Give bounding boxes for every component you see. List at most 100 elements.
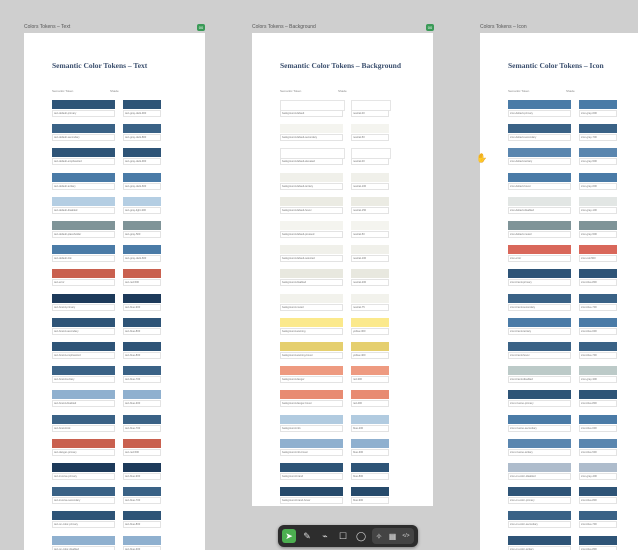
token-row[interactable]: text-default-placeholder text-gray-500 <box>52 221 167 241</box>
token-row[interactable]: background-warning yellow-300 <box>280 317 395 338</box>
hand-cursor-icon: ✋ <box>476 153 488 163</box>
token-row[interactable]: icon-on-color-primary icon-blue-800 <box>508 487 623 507</box>
token-row[interactable]: icon-brand-disabled icon-gray-300 <box>508 366 623 386</box>
token-row[interactable]: icon-default-disabled icon-gray-100 <box>508 196 623 217</box>
token-row[interactable]: text-default-tertiary text-gray-dark-600 <box>52 172 167 193</box>
token-swatch <box>280 172 343 182</box>
token-row[interactable]: text-brand-tertiary text-blue-700 <box>52 366 167 386</box>
token-row[interactable]: background-danger red-300 <box>280 366 395 386</box>
token-row[interactable]: text-error text-red-500 <box>52 269 167 289</box>
shade-swatch <box>351 293 389 303</box>
token-swatch <box>508 390 571 400</box>
token-name: background-default-selected <box>280 255 343 263</box>
token-row[interactable]: icon-on-color-tertiary icon-blue-800 <box>508 535 623 550</box>
token-row[interactable]: text-inverse-primary text-blue-900 <box>52 463 167 483</box>
shade-swatch <box>579 463 617 472</box>
shade-name: icon-blue-800 <box>579 497 617 505</box>
token-row[interactable]: icon-default-primary icon-gray-600 <box>508 100 623 120</box>
token-row[interactable]: text-brand-link text-blue-700 <box>52 414 167 435</box>
shade-swatch <box>123 269 161 279</box>
shade-name: yellow-300 <box>351 327 389 335</box>
token-name: text-inverse-secondary <box>52 497 115 505</box>
token-swatch <box>280 221 343 230</box>
token-row[interactable]: text-default-secondary text-gray-dark-800 <box>52 124 167 144</box>
token-row[interactable]: text-default-link text-gray-dark-600 <box>52 245 167 265</box>
token-row[interactable]: icon-on-color-secondary icon-blue-700 <box>508 511 623 531</box>
token-swatch <box>508 269 571 279</box>
token-row[interactable]: icon-default-tertiary icon-gray-500 <box>508 148 623 168</box>
token-row[interactable]: background-warning-hover yellow-400 <box>280 342 395 362</box>
token-row[interactable]: background-muted neutral-75 <box>280 293 395 314</box>
token-row[interactable]: background-disabled neutral-200 <box>280 269 395 289</box>
token-row[interactable]: background-default-secondary neutral-50 <box>280 124 395 144</box>
token-name: background-brand <box>280 473 343 480</box>
shade-name: text-blue-800 <box>123 521 161 529</box>
artboard[interactable]: Semantic Color Tokens – Text Semantic Tok… <box>24 33 205 550</box>
artboard[interactable]: Semantic Color Tokens – Icon Semantic Tok… <box>480 33 638 550</box>
token-swatch <box>508 196 571 206</box>
code-icon[interactable]: </> <box>400 529 412 543</box>
token-row[interactable]: background-default-tertiary neutral-100 <box>280 172 395 193</box>
layout-icon[interactable]: ▦ <box>387 529 399 543</box>
shade-name: blue-900 <box>351 497 389 505</box>
token-swatch <box>508 317 571 327</box>
token-row[interactable]: text-default-primary text-gray-dark-900 <box>52 100 167 120</box>
token-row[interactable]: icon-inverse-secondary icon-blue-600 <box>508 414 623 435</box>
token-name: text-brand-emphasized <box>52 352 115 359</box>
token-row[interactable]: icon-inverse-tertiary icon-blue-500 <box>508 438 623 459</box>
token-row[interactable]: icon-default-muted icon-gray-500 <box>508 221 623 241</box>
token-row[interactable]: background-danger-hover red-400 <box>280 390 395 410</box>
token-name: text-inverse-primary <box>52 473 115 480</box>
token-row[interactable]: background-brand-hover blue-900 <box>280 487 395 506</box>
token-row[interactable]: text-on-color-disabled text-blue-300 <box>52 535 167 550</box>
token-swatch <box>508 487 571 497</box>
token-row[interactable]: background-default-selected neutral-100 <box>280 245 395 265</box>
shade-name: blue-800 <box>351 473 389 480</box>
token-row[interactable]: icon-brand-hover icon-blue-700 <box>508 342 623 362</box>
token-name: icon-brand-secondary <box>508 303 571 311</box>
ruler-icon[interactable]: ⌁ <box>318 529 332 543</box>
artboard[interactable]: Semantic Color Tokens – Background Semant… <box>252 33 433 506</box>
token-row[interactable]: text-danger-primary text-red-500 <box>52 438 167 459</box>
token-row[interactable]: background-default neutral-00 <box>280 100 395 120</box>
pen-icon[interactable]: ✎ <box>300 529 314 543</box>
token-row[interactable]: text-default-emphasized text-gray-dark-90… <box>52 148 167 168</box>
token-row[interactable]: background-default-hover neutral-150 <box>280 196 395 217</box>
chat-bubble-icon[interactable]: ◯ <box>354 529 368 543</box>
token-row[interactable]: background-info blue-200 <box>280 414 395 435</box>
token-row[interactable]: text-inverse-secondary text-blue-700 <box>52 487 167 507</box>
token-row[interactable]: text-default-disabled text-gray-light-300 <box>52 196 167 217</box>
token-row[interactable]: text-brand-primary text-blue-900 <box>52 293 167 314</box>
token-row[interactable]: icon-default-secondary icon-gray-700 <box>508 124 623 144</box>
token-row[interactable]: icon-inverse-primary icon-blue-800 <box>508 390 623 410</box>
token-row[interactable]: icon-brand-secondary icon-blue-700 <box>508 293 623 314</box>
token-name: background-muted <box>280 303 343 311</box>
token-swatch <box>508 438 571 448</box>
shade-swatch <box>123 463 161 472</box>
token-row[interactable]: icon-default-hover icon-gray-600 <box>508 172 623 193</box>
shade-swatch <box>123 172 161 182</box>
token-row[interactable]: background-info-hover blue-300 <box>280 438 395 459</box>
shade-name: icon-gray-500 <box>579 231 617 238</box>
token-swatch <box>280 463 343 472</box>
token-row[interactable]: text-brand-disabled text-blue-300 <box>52 390 167 410</box>
shade-name: text-blue-900 <box>123 473 161 480</box>
token-row[interactable]: background-default-pressed neutral-50 <box>280 221 395 241</box>
token-row[interactable]: icon-brand-tertiary icon-blue-600 <box>508 317 623 338</box>
token-name: icon-default-muted <box>508 231 571 238</box>
token-row[interactable]: text-on-color-primary text-blue-800 <box>52 511 167 531</box>
token-row[interactable]: text-brand-secondary text-blue-800 <box>52 317 167 338</box>
token-row[interactable]: icon-on-color-disabled icon-gray-400 <box>508 463 623 483</box>
token-row[interactable]: icon-error icon-red-500 <box>508 245 623 265</box>
move-pointer-icon[interactable]: ➤ <box>282 529 296 543</box>
token-row[interactable]: background-default-elevated neutral-00 <box>280 148 395 168</box>
token-row[interactable]: background-brand blue-800 <box>280 463 395 483</box>
shade-swatch <box>123 245 161 255</box>
shade-name: neutral-50 <box>351 231 389 238</box>
token-swatch <box>52 148 115 158</box>
magic-icon[interactable]: ✧ <box>373 529 385 543</box>
token-row[interactable]: icon-brand-primary icon-blue-800 <box>508 269 623 289</box>
token-swatch <box>280 366 343 376</box>
comment-icon[interactable]: ☐ <box>336 529 350 543</box>
token-row[interactable]: text-brand-emphasized text-blue-800 <box>52 342 167 362</box>
